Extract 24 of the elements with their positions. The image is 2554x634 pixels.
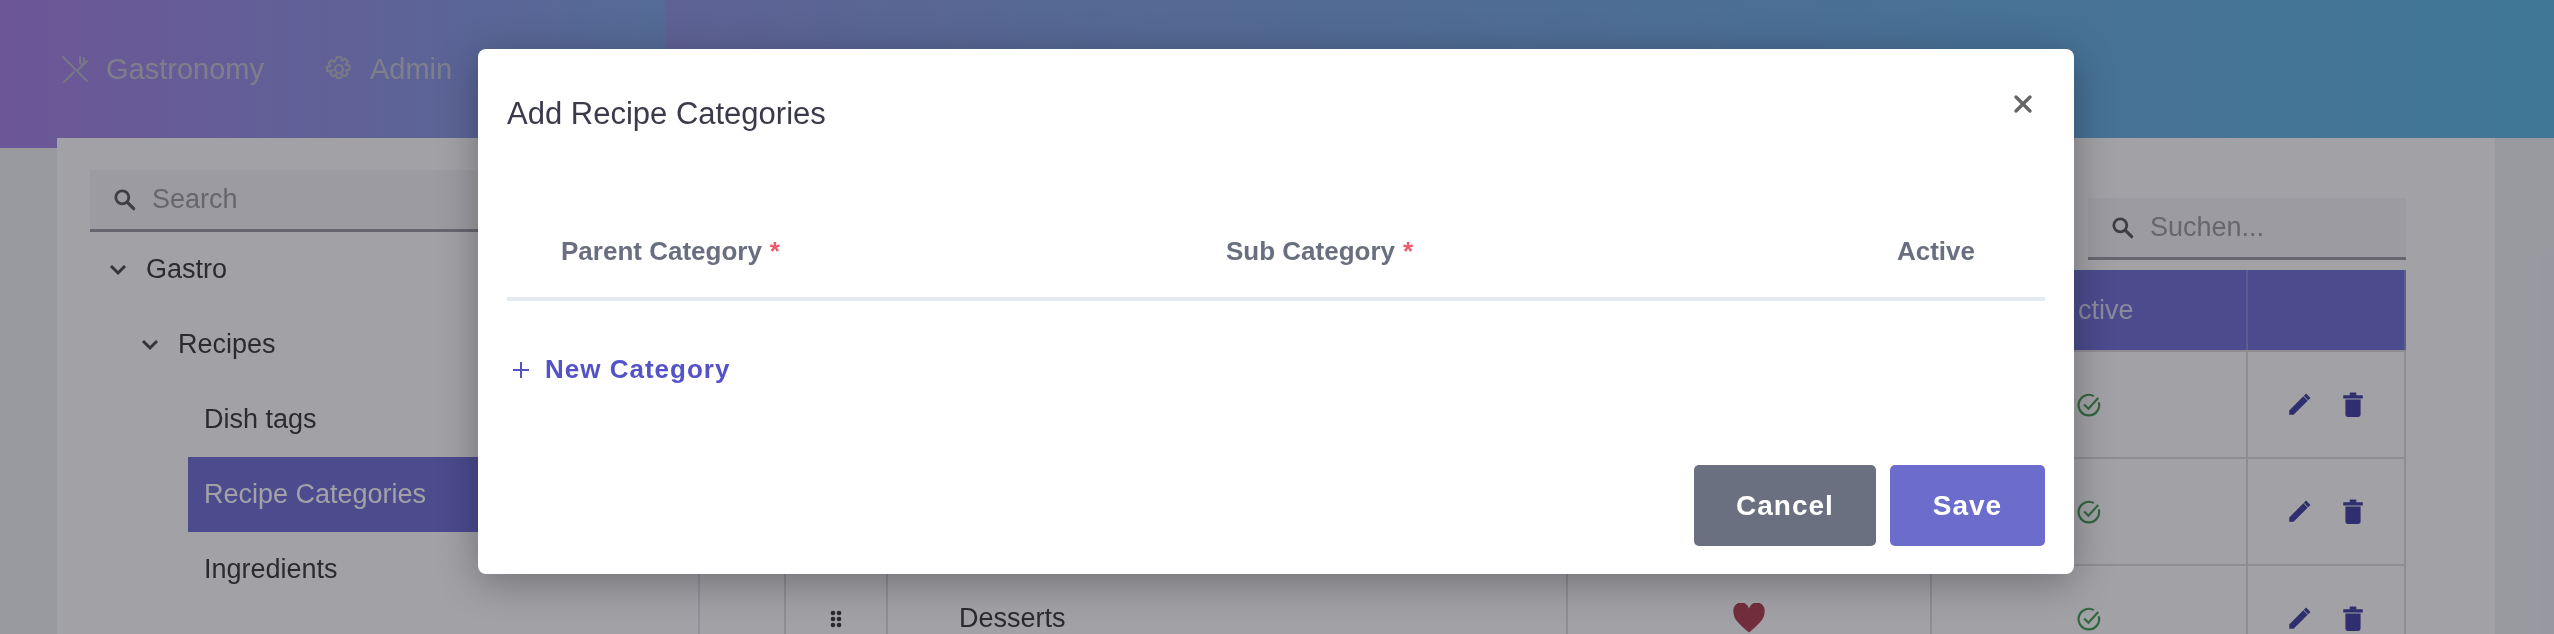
- trash-icon[interactable]: [2340, 391, 2366, 418]
- edit-icon[interactable]: [2286, 605, 2312, 632]
- close-icon[interactable]: [2013, 94, 2033, 114]
- search-icon: [2110, 214, 2136, 241]
- column-header: Sub Category *: [1226, 235, 1414, 267]
- table-cell: Desserts: [959, 603, 1066, 634]
- drag-handle-icon[interactable]: [830, 609, 842, 628]
- chevron-icon: [140, 337, 160, 352]
- save-button[interactable]: Save: [1890, 465, 2045, 546]
- utensils-icon: [60, 54, 90, 84]
- search-icon: [112, 186, 138, 213]
- edit-icon[interactable]: [2286, 498, 2312, 525]
- required-mark: *: [769, 235, 780, 266]
- column-header: Active: [1896, 235, 1975, 267]
- chevron-icon: [108, 262, 128, 277]
- dialog-title: Add Recipe Categories: [507, 96, 826, 132]
- edit-icon[interactable]: [2286, 391, 2312, 418]
- trash-icon[interactable]: [2340, 498, 2366, 525]
- new-category-link[interactable]: New Category: [511, 354, 731, 385]
- column-header: Parent Category *: [561, 235, 780, 267]
- plus-icon: [511, 359, 531, 380]
- trash-icon[interactable]: [2340, 605, 2366, 632]
- cancel-button[interactable]: Cancel: [1694, 465, 1876, 546]
- required-mark: *: [1403, 235, 1414, 266]
